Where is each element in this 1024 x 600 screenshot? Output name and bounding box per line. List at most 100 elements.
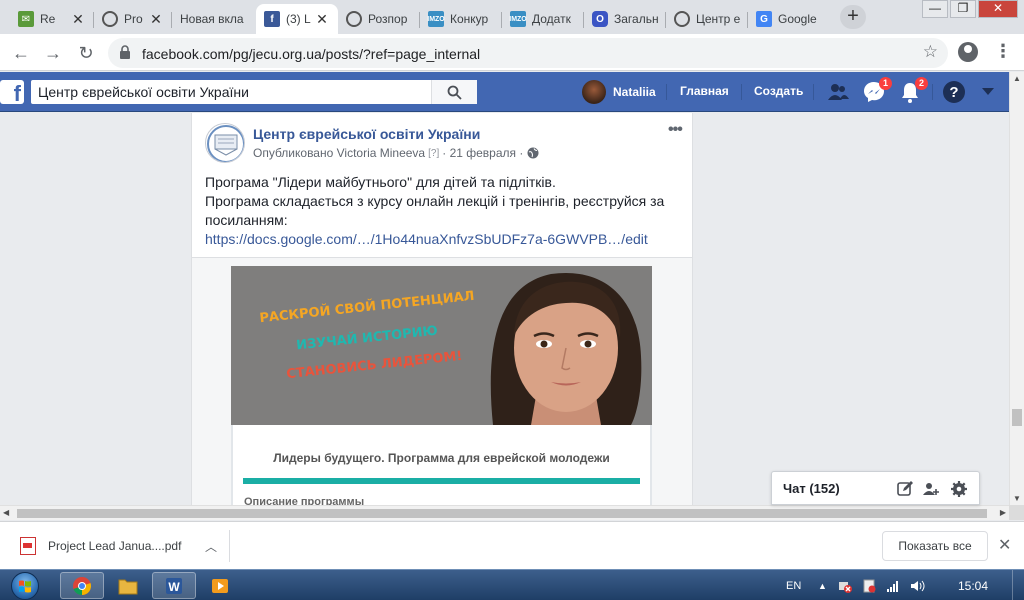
downloads-bar: Project Lead Janua....pdf ︿ Показать все… (0, 521, 1024, 569)
chevron-up-icon[interactable]: ︿ (205, 538, 217, 555)
published-by[interactable]: Опубликовано Victoria Mineeva (253, 146, 425, 160)
create-group-icon[interactable] (922, 480, 940, 498)
browser-menu-icon[interactable]: ⋮ (994, 41, 1012, 62)
tab-0[interactable]: ✉ Re ✕ (10, 4, 94, 34)
scroll-up-icon[interactable]: ▲ (1013, 74, 1021, 83)
vertical-scrollbar[interactable]: ▲ ▼ (1009, 72, 1024, 505)
taskbar-chrome[interactable] (60, 572, 104, 599)
tab-title: Re (40, 12, 56, 26)
scroll-thumb[interactable] (1012, 409, 1022, 426)
post-image[interactable]: РАСКРОЙ СВОЙ ПОТЕНЦИАЛ ИЗУЧАЙ ИСТОРИЮ СТ… (231, 266, 652, 506)
tab-7[interactable]: O Загальн (584, 4, 666, 34)
url-text[interactable]: facebook.com/pg/jecu.org.ua/posts/?ref=p… (142, 46, 480, 62)
poster-subtitle: Лидеры будущего. Программа для еврейской… (273, 451, 610, 465)
scroll-left-icon[interactable]: ◀ (3, 508, 9, 517)
address-bar[interactable]: facebook.com/pg/jecu.org.ua/posts/?ref=p… (108, 38, 948, 68)
signal-bars-icon[interactable] (886, 570, 900, 600)
pdf-file-icon (20, 537, 36, 555)
post-line-2: Програма складається з курсу онлайн лекц… (205, 193, 665, 228)
mail-icon: ✉ (18, 11, 34, 27)
user-name: Nataliia (613, 85, 656, 99)
bookmark-star-icon[interactable]: ☆ (923, 42, 938, 62)
maximize-button[interactable]: ❐ (950, 0, 976, 18)
tab-title: Центр е (696, 12, 740, 26)
close-tab-icon[interactable]: ✕ (314, 11, 330, 28)
tab-title: Загальн (614, 12, 658, 26)
minimize-button[interactable]: — (922, 0, 948, 18)
notifications-bell-icon[interactable]: 2 (898, 77, 928, 104)
post-meta: Опубликовано Victoria Mineeva [?] · 21 ф… (253, 146, 539, 160)
page-logo-icon (207, 125, 244, 162)
close-window-button[interactable]: ✕ (978, 0, 1018, 18)
tab-2[interactable]: Новая вкла (172, 4, 256, 34)
post-author-link[interactable]: Центр єврейської освіти України (253, 126, 480, 142)
avatar (582, 80, 606, 104)
taskbar-explorer[interactable] (106, 572, 150, 599)
close-downloads-icon[interactable]: ✕ (998, 535, 1011, 555)
page-avatar[interactable] (205, 123, 245, 163)
girl-portrait-image (231, 266, 652, 425)
tab-5[interactable]: IMZO Конкур (420, 4, 502, 34)
settings-gear-icon[interactable] (950, 480, 968, 498)
scroll-thumb[interactable] (17, 509, 987, 518)
volume-icon[interactable] (910, 570, 926, 600)
chat-sidebar-tab[interactable]: Чат (152) (771, 471, 980, 505)
search-input[interactable] (31, 80, 431, 104)
home-link[interactable]: Главная (680, 84, 729, 98)
show-hidden-icons-icon[interactable]: ▲ (818, 570, 827, 600)
post-link[interactable]: https://docs.google.com/…/1Ho44nuaXnfvzS… (205, 230, 685, 249)
profile-avatar-icon[interactable] (958, 42, 978, 62)
close-tab-icon[interactable]: ✕ (148, 11, 164, 28)
action-center-icon[interactable] (862, 570, 876, 600)
start-button[interactable] (6, 570, 44, 600)
blue-o-icon: O (592, 11, 608, 27)
globe-icon (102, 11, 118, 27)
divider (666, 84, 667, 100)
scroll-right-icon[interactable]: ▶ (1000, 508, 1006, 517)
account-menu-arrow-icon[interactable] (980, 84, 1004, 108)
clock[interactable]: 15:04 (958, 570, 988, 600)
tab-title: Розпор (368, 12, 408, 26)
back-button[interactable]: ← (8, 40, 34, 66)
tab-6[interactable]: IMZO Додатк (502, 4, 584, 34)
windows-taskbar: W EN ▲ 15:04 (0, 569, 1024, 600)
tab-3-active[interactable]: f (3) L ✕ (256, 4, 338, 34)
new-tab-button[interactable]: + (840, 5, 866, 29)
network-error-icon[interactable] (838, 570, 852, 600)
imzo-icon: IMZO (427, 11, 445, 27)
tab-9[interactable]: G Google (748, 4, 830, 34)
post-options-icon[interactable]: ••• (668, 121, 683, 139)
scroll-down-icon[interactable]: ▼ (1013, 494, 1021, 503)
friend-requests-icon[interactable] (826, 80, 850, 104)
tab-4[interactable]: Розпор (338, 4, 420, 34)
chat-label[interactable]: Чат (152) (783, 481, 840, 496)
new-message-icon[interactable] (896, 480, 914, 498)
messenger-icon[interactable]: 1 (862, 77, 892, 104)
forward-button[interactable]: → (40, 40, 66, 66)
search-icon (447, 85, 462, 100)
reload-button[interactable]: ↻ (73, 40, 99, 66)
create-link[interactable]: Создать (754, 84, 803, 98)
help-tooltip[interactable]: [?] (428, 148, 439, 159)
profile-link[interactable]: Nataliia (582, 80, 656, 104)
download-item[interactable]: Project Lead Janua....pdf ︿ (14, 530, 230, 562)
download-file-name[interactable]: Project Lead Janua....pdf (48, 539, 205, 553)
tab-title: (3) L (286, 12, 311, 26)
facebook-icon: f (264, 11, 280, 27)
tab-title: Pro (124, 12, 143, 26)
show-desktop-button[interactable] (1012, 570, 1024, 600)
post-date[interactable]: · 21 февраля · (442, 146, 523, 160)
search-button[interactable] (431, 80, 477, 104)
taskbar-word[interactable]: W (152, 572, 196, 599)
taskbar-media-player[interactable] (198, 572, 242, 599)
facebook-logo-icon[interactable]: f (0, 80, 24, 104)
tab-1[interactable]: Pro ✕ (94, 4, 172, 34)
tab-8[interactable]: Центр е (666, 4, 748, 34)
globe-icon[interactable] (527, 147, 539, 159)
language-indicator[interactable]: EN (786, 570, 801, 600)
horizontal-scrollbar[interactable]: ◀ ▶ (0, 505, 1009, 520)
show-all-button[interactable]: Показать все (882, 531, 988, 561)
close-tab-icon[interactable]: ✕ (70, 11, 86, 28)
lock-icon[interactable] (120, 45, 130, 59)
help-icon[interactable]: ? (942, 80, 966, 104)
